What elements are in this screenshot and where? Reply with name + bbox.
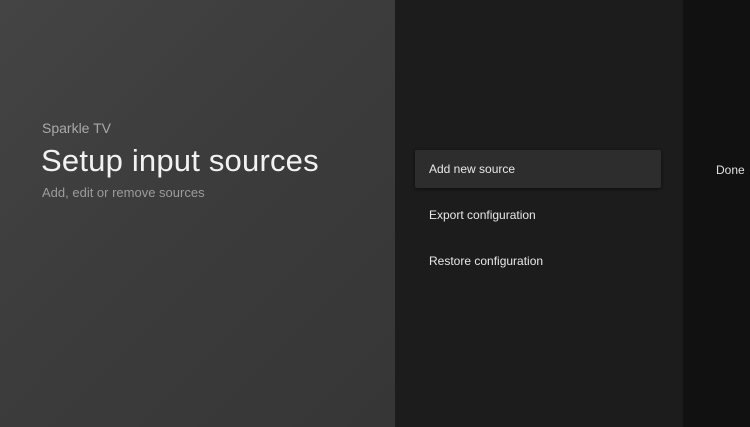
action-label: Restore configuration xyxy=(429,254,544,268)
done-button[interactable]: Done xyxy=(716,160,745,180)
add-new-source-button[interactable]: Add new source xyxy=(415,150,661,188)
guidance-panel: Sparkle TV Setup input sources Add, edit… xyxy=(0,0,395,427)
action-label: Export configuration xyxy=(429,208,536,222)
page-subtitle: Add, edit or remove sources xyxy=(42,185,205,200)
done-label: Done xyxy=(716,163,745,177)
action-label: Add new source xyxy=(429,162,516,176)
restore-configuration-button[interactable]: Restore configuration xyxy=(415,242,661,280)
tv-settings-screen: Sparkle TV Setup input sources Add, edit… xyxy=(0,0,750,427)
secondary-actions-panel: Done xyxy=(683,0,750,427)
app-name: Sparkle TV xyxy=(42,120,111,136)
actions-panel: Add new source Export configuration Rest… xyxy=(395,0,683,427)
page-title: Setup input sources xyxy=(41,143,319,178)
export-configuration-button[interactable]: Export configuration xyxy=(415,196,661,234)
